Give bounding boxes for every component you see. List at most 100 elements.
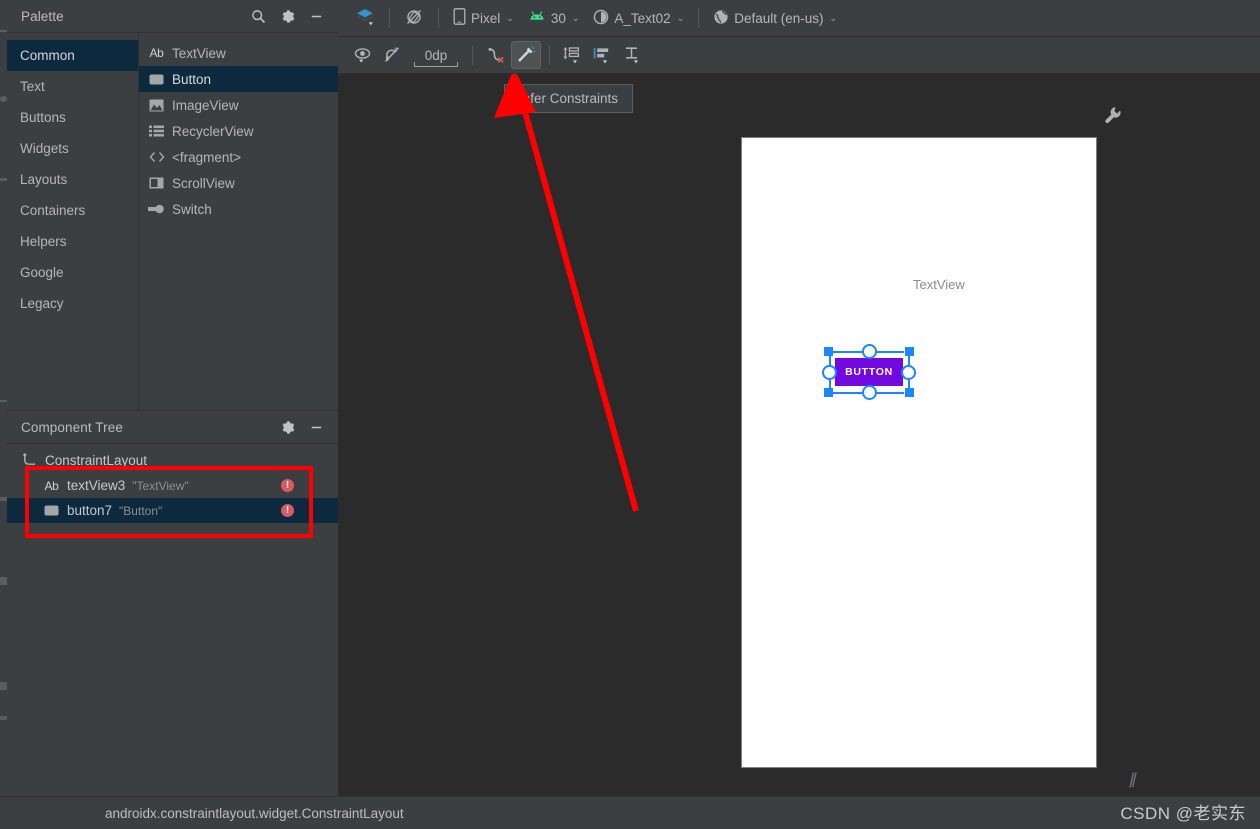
pack-icon[interactable]	[558, 41, 588, 69]
preview-button-label: BUTTON	[845, 366, 893, 378]
palette-category-common[interactable]: Common	[7, 40, 138, 71]
palette-category-list: Common Text Buttons Widgets Layouts Cont…	[7, 33, 138, 410]
toolbar-separator	[389, 8, 390, 28]
locale-label: Default (en-us)	[734, 10, 824, 26]
switch-icon	[148, 202, 165, 217]
palette-panel: Palette Common Text Buttons Widgets Layo…	[7, 0, 338, 410]
scrollview-icon	[148, 176, 165, 191]
constraint-anchor-right[interactable]	[901, 364, 916, 380]
imageview-icon	[148, 98, 165, 113]
resize-handle-top-left[interactable]	[824, 347, 833, 356]
chevron-down-icon: ⌄	[676, 12, 685, 23]
palette-item-textview[interactable]: Ab TextView	[139, 40, 338, 66]
device-preview[interactable]: TextView BUTTON	[741, 137, 1097, 768]
palette-category-helpers[interactable]: Helpers	[7, 226, 138, 257]
palette-item-fragment[interactable]: <fragment>	[139, 144, 338, 170]
tooltip-text: Infer Constraints	[519, 91, 619, 106]
minimize-icon[interactable]	[309, 420, 324, 435]
palette-title: Palette	[21, 8, 64, 24]
palette-category-buttons[interactable]: Buttons	[7, 102, 138, 133]
resize-handle-top-right[interactable]	[905, 347, 914, 356]
align-icon[interactable]	[588, 41, 618, 69]
guidelines-icon[interactable]	[618, 41, 648, 69]
tree-label: button7	[67, 503, 113, 518]
component-tree-title: Component Tree	[21, 419, 123, 435]
palette-category-containers[interactable]: Containers	[7, 195, 138, 226]
textview-icon: Ab	[44, 478, 59, 493]
component-tree-header: Component Tree	[7, 411, 338, 444]
android-icon	[528, 10, 546, 26]
textview-icon: Ab	[149, 46, 164, 60]
palette-category-google[interactable]: Google	[7, 257, 138, 288]
palette-category-layouts[interactable]: Layouts	[7, 164, 138, 195]
constraint-anchor-left[interactable]	[822, 364, 837, 380]
infer-constraints-icon[interactable]	[511, 41, 541, 69]
palette-category-text[interactable]: Text	[7, 71, 138, 102]
design-canvas[interactable]: TextView BUTTON Infer Constraints	[338, 74, 1260, 796]
tree-label: ConstraintLayout	[45, 452, 148, 468]
status-text: androidx.constraintlayout.widget.Constra…	[105, 805, 404, 821]
watermark-slashes: //	[1128, 769, 1135, 793]
default-margin-field[interactable]: 0dp	[414, 43, 458, 67]
tree-row-textview3[interactable]: Ab textView3 "TextView" !	[7, 473, 338, 498]
palette-item-button[interactable]: Button	[139, 66, 338, 92]
tree-row-constraintlayout[interactable]: ConstraintLayout	[7, 447, 338, 473]
design-toolbar: Pixel ⌄ 30 ⌄ A_Text02 ⌄ Default (en-us) …	[338, 0, 1260, 37]
locale-selector[interactable]: Default (en-us) ⌄	[706, 5, 844, 32]
palette-header: Palette	[7, 0, 338, 33]
constraint-anchor-top[interactable]	[861, 344, 877, 359]
toolbar-separator	[549, 45, 550, 65]
status-badge[interactable]: !	[281, 479, 294, 492]
preview-button-body[interactable]: BUTTON	[835, 358, 903, 386]
toolbar-separator	[438, 8, 439, 28]
constraintlayout-icon	[21, 453, 38, 468]
theme-contrast-icon	[593, 9, 609, 28]
toolbar-separator	[698, 8, 700, 28]
component-tree-panel: Component Tree ConstraintLayout Ab textV…	[7, 410, 338, 797]
resize-handle-bottom-right[interactable]	[905, 388, 914, 397]
search-icon[interactable]	[251, 9, 266, 24]
wrench-icon[interactable]	[1102, 104, 1122, 128]
resize-handle-bottom-left[interactable]	[824, 388, 833, 397]
device-selector[interactable]: Pixel ⌄	[446, 5, 521, 32]
palette-item-scrollview[interactable]: ScrollView	[139, 170, 338, 196]
view-options-icon[interactable]	[348, 41, 378, 69]
device-label: Pixel	[471, 10, 501, 26]
tooltip-infer-constraints: Infer Constraints	[504, 84, 634, 113]
tree-value: "Button"	[119, 503, 163, 518]
theme-selector[interactable]: A_Text02 ⌄	[586, 5, 691, 32]
palette-category-legacy[interactable]: Legacy	[7, 288, 138, 319]
design-mode-button[interactable]	[348, 5, 382, 32]
status-badge[interactable]: !	[281, 504, 294, 517]
api-level-selector[interactable]: 30 ⌄	[521, 5, 587, 32]
tree-row-button7[interactable]: button7 "Button" !	[7, 498, 338, 523]
clear-constraints-icon[interactable]	[481, 41, 511, 69]
palette-category-widgets[interactable]: Widgets	[7, 133, 138, 164]
palette-item-recyclerview[interactable]: RecyclerView	[139, 118, 338, 144]
component-tree-body: ConstraintLayout Ab textView3 "TextView"…	[7, 444, 338, 797]
gear-icon[interactable]	[280, 420, 295, 435]
button-icon	[148, 72, 165, 87]
palette-item-imageview[interactable]: ImageView	[139, 92, 338, 118]
chevron-down-icon: ⌄	[571, 12, 580, 23]
chevron-down-icon: ⌄	[829, 12, 838, 23]
layers-icon	[355, 7, 375, 30]
recyclerview-icon	[148, 124, 165, 139]
watermark: CSDN @老实东	[1120, 804, 1246, 823]
tree-value: "TextView"	[132, 478, 189, 493]
toolbar-separator	[472, 45, 473, 65]
gear-icon[interactable]	[280, 9, 295, 24]
orientation-button[interactable]	[397, 5, 431, 32]
preview-button-selected[interactable]: BUTTON	[822, 344, 916, 400]
fragment-icon	[148, 150, 165, 165]
button-icon	[43, 503, 60, 518]
chevron-down-icon: ⌄	[506, 12, 514, 23]
android-studio-layout-editor: Palette Common Text Buttons Widgets Layo…	[0, 0, 1260, 829]
api-level-label: 30	[550, 10, 566, 26]
palette-item-switch[interactable]: Switch	[139, 196, 338, 222]
constraint-anchor-bottom[interactable]	[861, 385, 877, 400]
phone-icon	[453, 8, 466, 28]
preview-textview[interactable]: TextView	[913, 277, 965, 292]
autoconnect-off-icon[interactable]	[378, 41, 408, 69]
minimize-icon[interactable]	[309, 9, 324, 24]
